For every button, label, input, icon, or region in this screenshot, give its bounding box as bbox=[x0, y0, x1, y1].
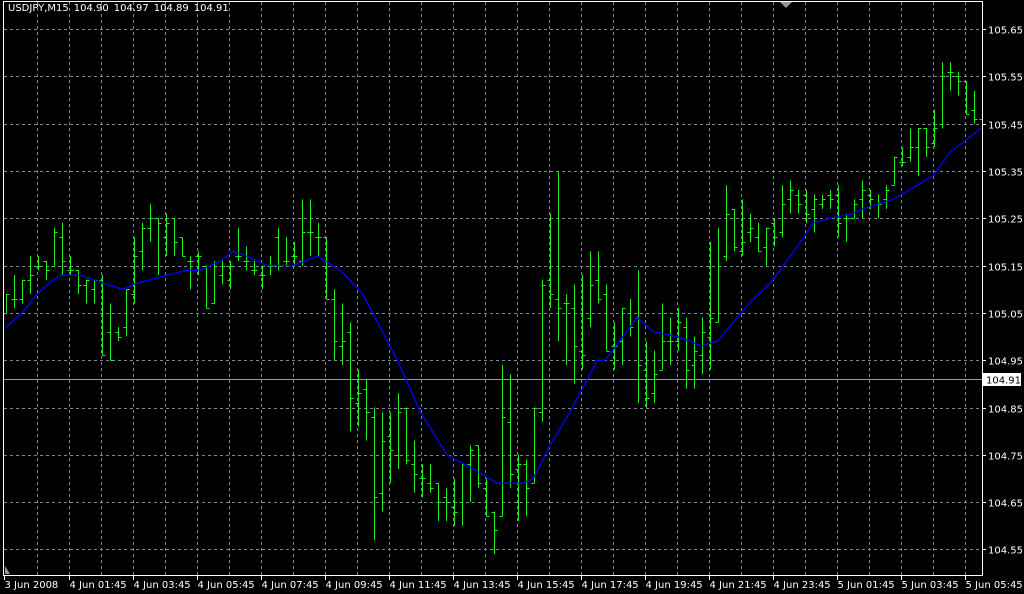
time-tick-label: 4 Jun 11:45 bbox=[390, 580, 447, 591]
ohlc-open: 104.90 bbox=[73, 3, 109, 14]
time-tick-label: 4 Jun 19:45 bbox=[646, 580, 703, 591]
chart-background bbox=[0, 0, 1024, 594]
time-tick-label: 4 Jun 23:45 bbox=[774, 580, 831, 591]
price-tick-label: 104.85 bbox=[988, 405, 1023, 416]
current-price-label: 104.91 bbox=[986, 376, 1021, 387]
price-tick-label: 105.25 bbox=[988, 215, 1023, 226]
price-tick-label: 105.55 bbox=[988, 73, 1023, 84]
symbol-timeframe: USDJPY,M15 bbox=[8, 3, 69, 14]
ohlc-high: 104.97 bbox=[113, 3, 149, 14]
time-tick-label: 4 Jun 01:45 bbox=[70, 580, 127, 591]
price-tick-label: 105.45 bbox=[988, 121, 1023, 132]
time-tick-label: 4 Jun 09:45 bbox=[326, 580, 383, 591]
time-tick-label: 4 Jun 07:45 bbox=[262, 580, 319, 591]
price-tick-label: 105.65 bbox=[988, 26, 1023, 37]
time-tick-label: 4 Jun 17:45 bbox=[582, 580, 639, 591]
time-tick-label: 4 Jun 13:45 bbox=[454, 580, 511, 591]
price-tick-label: 104.65 bbox=[988, 499, 1023, 510]
time-tick-label: 4 Jun 03:45 bbox=[134, 580, 191, 591]
ohlc-low: 104.89 bbox=[153, 3, 189, 14]
time-tick-label: 5 Jun 03:45 bbox=[902, 580, 959, 591]
time-tick-label: 5 Jun 01:45 bbox=[838, 580, 895, 591]
price-tick-label: 104.55 bbox=[988, 546, 1023, 557]
time-tick-label: 5 Jun 05:45 bbox=[966, 580, 1023, 591]
chart-header: USDJPY,M15 104.90 104.97 104.89 104.91 bbox=[8, 3, 234, 14]
time-tick-label: 4 Jun 05:45 bbox=[198, 580, 255, 591]
price-tick-label: 104.95 bbox=[988, 357, 1023, 368]
price-chart[interactable]: 105.65 105.55 105.45 105.35 105.25 105.15 105.… bbox=[0, 0, 1024, 594]
price-tick-label: 104.75 bbox=[988, 452, 1023, 463]
price-tick-label: 105.35 bbox=[988, 168, 1023, 179]
price-tick-label: 105.05 bbox=[988, 310, 1023, 321]
time-tick-label: 4 Jun 21:45 bbox=[710, 580, 767, 591]
ohlc-close: 104.91 bbox=[193, 3, 229, 14]
current-price-marker: 104.91 bbox=[983, 373, 1021, 387]
time-tick-label: 4 Jun 15:45 bbox=[518, 580, 575, 591]
time-tick-label: 3 Jun 2008 bbox=[5, 580, 59, 591]
price-tick-label: 105.15 bbox=[988, 263, 1023, 274]
